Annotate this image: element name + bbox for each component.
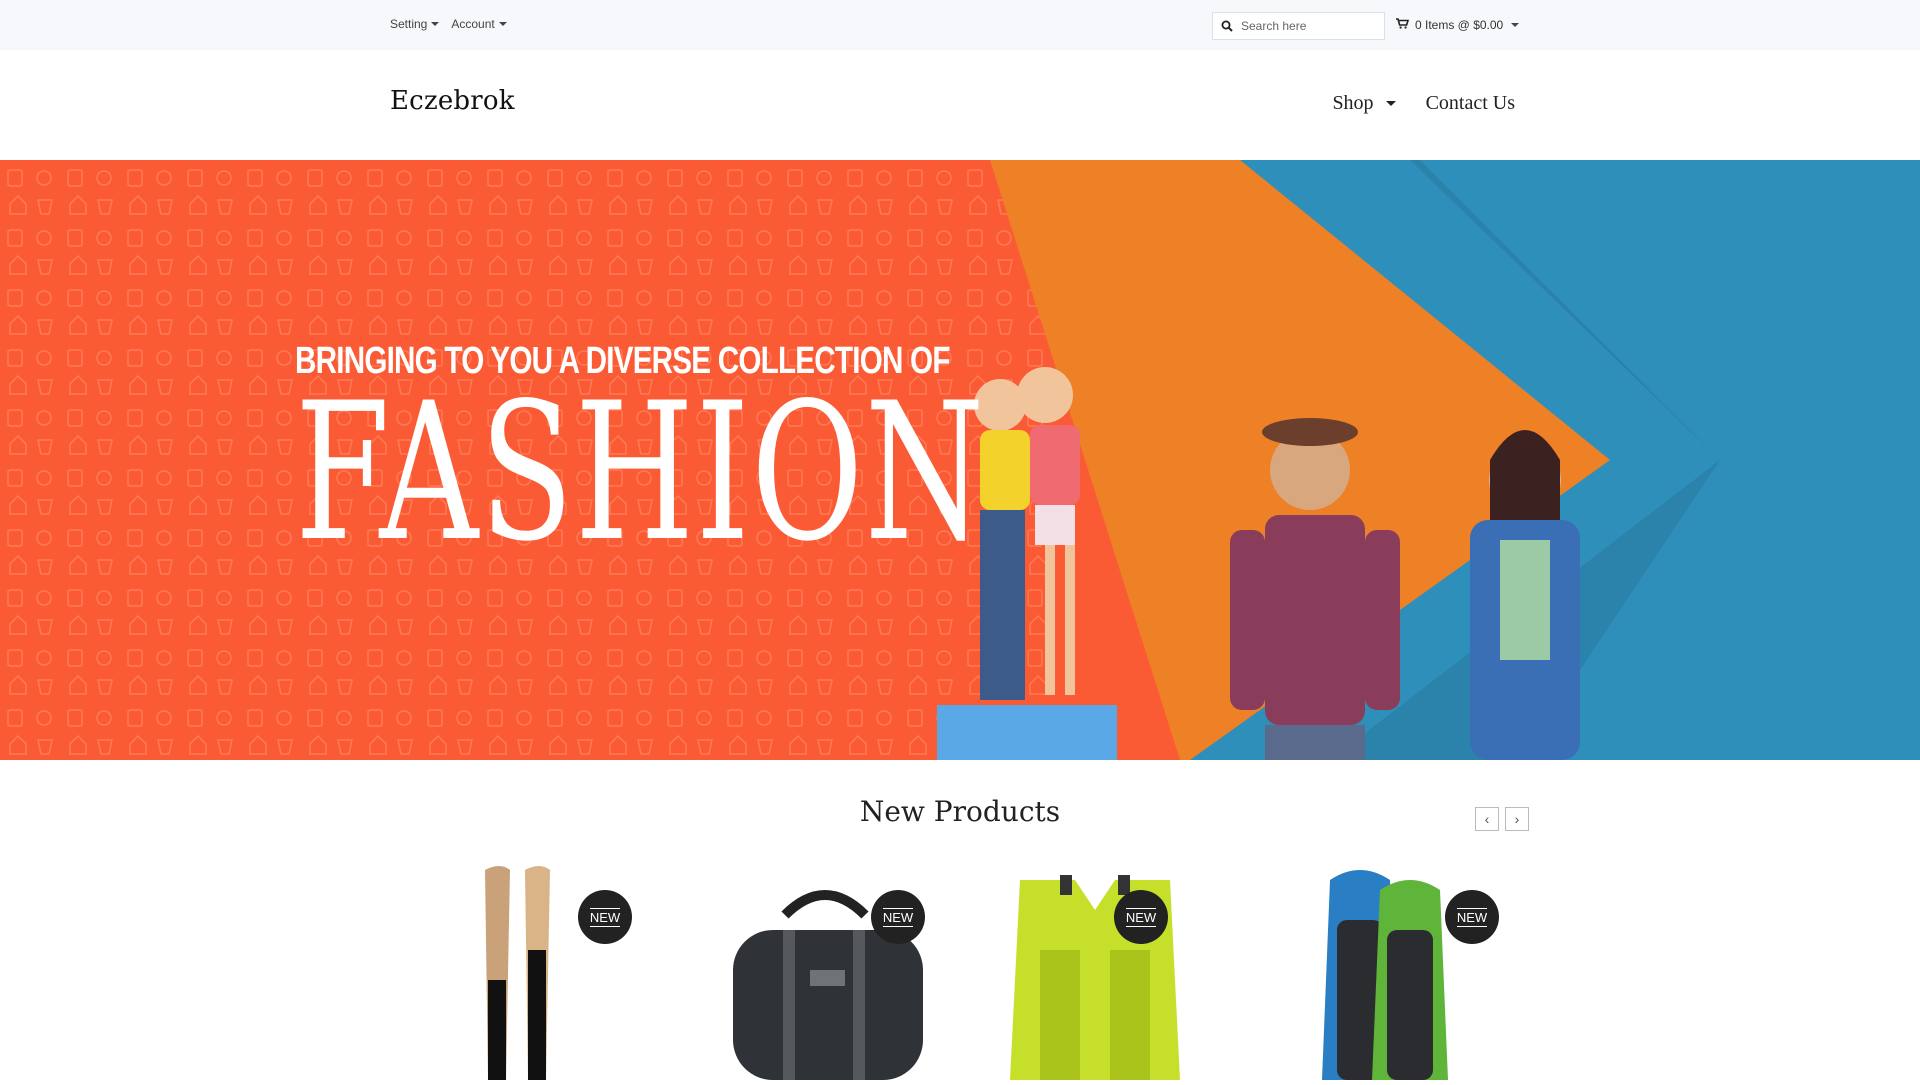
product-card[interactable]: NEW [960,860,1245,1080]
product-image [1322,870,1448,1080]
new-badge: NEW [1114,890,1168,944]
nav-contact[interactable]: Contact Us [1426,92,1515,115]
product-card[interactable]: NEW [675,860,960,1080]
product-carousel: NEW NEW NEW NEW [390,860,1530,1080]
nav-shop-label: Shop [1332,92,1374,114]
product-image [733,890,923,1080]
main-nav: Shop Contact Us [1332,92,1515,115]
carousel-next-button[interactable]: › [1505,807,1529,831]
new-badge: NEW [1445,890,1499,944]
new-badge: NEW [871,890,925,944]
chevron-left-icon: ‹ [1484,811,1490,827]
cart-icon [1396,18,1410,32]
account-dropdown[interactable]: Account [451,17,507,31]
new-badge: NEW [578,890,632,944]
top-bar-left: Setting Account [390,17,507,31]
product-card[interactable]: NEW [390,860,675,1080]
carousel-prev-button[interactable]: ‹ [1475,807,1499,831]
caret-down-icon [1511,23,1520,27]
caret-down-icon [498,22,507,26]
site-header: Eczebrok Shop Contact Us [0,50,1920,160]
search-box [1212,12,1385,40]
product-image [485,866,550,1080]
chevron-right-icon: › [1514,811,1520,827]
top-bar: Setting Account 0 Items @ $0.00 [0,0,1920,50]
carousel-arrows: ‹ › [1475,807,1529,831]
caret-down-icon [1385,101,1396,106]
site-logo[interactable]: Eczebrok [390,86,515,116]
caret-down-icon [431,22,440,26]
product-card[interactable]: NEW [1245,860,1530,1080]
search-input[interactable] [1241,14,1379,38]
cart-dropdown[interactable]: 0 Items @ $0.00 [1396,18,1520,32]
banner-title: FASHION [295,362,986,583]
nav-contact-label: Contact Us [1425,92,1515,114]
banner-headline: BRINGING TO YOU A DIVERSE COLLECTION OF … [295,340,1254,568]
cart-summary: 0 Items @ $0.00 [1415,18,1504,32]
section-title: New Products [859,795,1061,828]
setting-dropdown[interactable]: Setting [390,17,440,31]
search-icon[interactable] [1213,13,1241,39]
nav-shop[interactable]: Shop [1332,92,1396,115]
hero-banner[interactable]: BRINGING TO YOU A DIVERSE COLLECTION OF … [0,160,1920,760]
account-label: Account [451,17,495,31]
setting-label: Setting [390,17,428,31]
product-image [1010,875,1180,1080]
